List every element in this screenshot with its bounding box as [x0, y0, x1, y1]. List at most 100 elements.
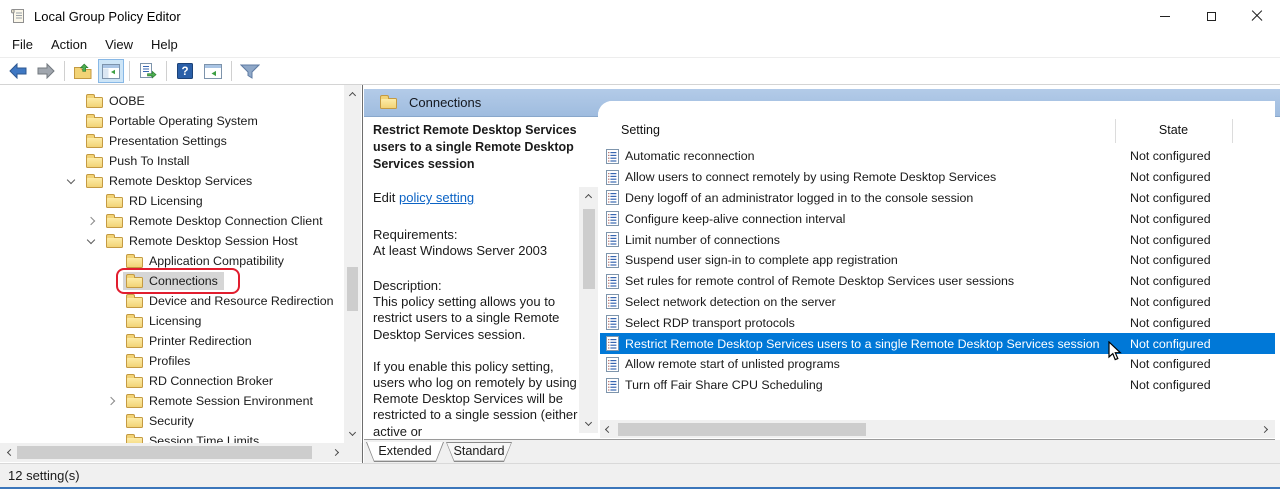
tree-item-oobe[interactable]: OOBE	[0, 91, 344, 111]
tab-extended[interactable]: Extended	[366, 442, 444, 462]
scroll-right-arrow[interactable]	[1258, 420, 1273, 438]
chevron-collapsed-icon[interactable]	[87, 217, 95, 225]
chevron-right-icon	[332, 449, 339, 456]
tree-item-body[interactable]: RD Connection Broker	[123, 372, 279, 390]
tree-item-printer-redirection[interactable]: Printer Redirection	[0, 331, 344, 351]
description-scrollbar-thumb[interactable]	[583, 209, 595, 289]
policy-setting-link[interactable]: policy setting	[399, 190, 474, 205]
setting-row-limit-number-of-connections[interactable]: Limit number of connectionsNot configure…	[598, 229, 1275, 250]
setting-row-select-network-detection-on-the-server[interactable]: Select network detection on the serverNo…	[598, 292, 1275, 313]
column-header-state[interactable]: State	[1115, 123, 1232, 137]
chevron-expanded-icon[interactable]	[67, 176, 75, 184]
tree-item-body[interactable]: Application Compatibility	[123, 252, 290, 270]
close-button[interactable]	[1234, 0, 1280, 32]
tree-item-remote-desktop-services[interactable]: Remote Desktop Services	[0, 171, 344, 191]
setting-row-configure-keep-alive-connection-interval[interactable]: Configure keep-alive connection interval…	[598, 208, 1275, 229]
tree-item-portable-operating-system[interactable]: Portable Operating System	[0, 111, 344, 131]
show-console-tree-button[interactable]	[98, 59, 124, 83]
scroll-down-arrow[interactable]	[579, 417, 598, 431]
minimize-icon	[1160, 16, 1170, 17]
menu-item-view[interactable]: View	[96, 33, 142, 56]
column-divider[interactable]	[1232, 119, 1233, 143]
tree-item-push-to-install[interactable]: Push To Install	[0, 151, 344, 171]
tree-item-body[interactable]: Remote Desktop Session Host	[103, 232, 304, 250]
menu-item-action[interactable]: Action	[42, 33, 96, 56]
setting-row-automatic-reconnection[interactable]: Automatic reconnectionNot configured	[598, 146, 1275, 167]
setting-row-select-rdp-transport-protocols[interactable]: Select RDP transport protocolsNot config…	[598, 312, 1275, 333]
tree-item-rd-licensing[interactable]: RD Licensing	[0, 191, 344, 211]
setting-row-set-rules-for-remote-control-of-remote-desktop-s[interactable]: Set rules for remote control of Remote D…	[598, 271, 1275, 292]
scroll-up-arrow[interactable]	[344, 87, 361, 101]
setting-row-suspend-user-sign-in-to-complete-app-registratio[interactable]: Suspend user sign-in to complete app reg…	[598, 250, 1275, 271]
tree-item-profiles[interactable]: Profiles	[0, 351, 344, 371]
show-properties-button[interactable]	[200, 59, 226, 83]
tree-item-remote-desktop-connection-client[interactable]: Remote Desktop Connection Client	[0, 211, 344, 231]
scroll-left-arrow[interactable]	[599, 420, 614, 438]
tree-item-body[interactable]: Connections	[123, 272, 224, 290]
tree-item-application-compatibility[interactable]: Application Compatibility	[0, 251, 344, 271]
tree-item-licensing[interactable]: Licensing	[0, 311, 344, 331]
setting-row-allow-remote-start-of-unlisted-programs[interactable]: Allow remote start of unlisted programsN…	[598, 354, 1275, 375]
tree-item-session-time-limits[interactable]: Session Time Limits	[0, 431, 344, 443]
policy-setting-icon	[606, 315, 619, 330]
tree-h-scrollbar-thumb[interactable]	[17, 446, 312, 459]
column-header-setting[interactable]: Setting	[621, 123, 660, 137]
tree-item-body[interactable]: Licensing	[123, 312, 207, 330]
forward-button[interactable]	[33, 59, 59, 83]
tree-item-remote-desktop-session-host[interactable]: Remote Desktop Session Host	[0, 231, 344, 251]
help-button[interactable]: ?	[172, 59, 198, 83]
scroll-left-arrow[interactable]	[2, 443, 16, 462]
scroll-up-arrow[interactable]	[579, 189, 598, 203]
setting-name: Suspend user sign-in to complete app reg…	[625, 253, 1130, 267]
tree-item-body[interactable]: Printer Redirection	[123, 332, 258, 350]
export-list-button[interactable]	[135, 59, 161, 83]
maximize-button[interactable]	[1188, 0, 1234, 32]
settings-list: Automatic reconnectionNot configuredAllo…	[598, 146, 1275, 396]
scroll-down-arrow[interactable]	[344, 427, 361, 441]
setting-state: Not configured	[1130, 274, 1260, 288]
chevron-expanded-icon[interactable]	[87, 236, 95, 244]
tree-item-body[interactable]: Remote Session Environment	[123, 392, 319, 410]
tree-item-remote-session-environment[interactable]: Remote Session Environment	[0, 391, 344, 411]
description-vertical-scrollbar[interactable]	[579, 187, 598, 433]
tree-item-body[interactable]: Remote Desktop Connection Client	[103, 212, 329, 230]
chevron-collapsed-icon[interactable]	[107, 397, 115, 405]
policy-setting-icon	[606, 170, 619, 185]
tree-horizontal-scrollbar[interactable]	[0, 443, 362, 462]
tree-item-body[interactable]: Profiles	[123, 352, 196, 370]
back-button[interactable]	[5, 59, 31, 83]
tree-item-security[interactable]: Security	[0, 411, 344, 431]
policy-setting-icon	[606, 274, 619, 289]
scroll-right-arrow[interactable]	[330, 443, 344, 462]
tree-item-body[interactable]: Session Time Limits	[123, 432, 265, 443]
column-divider[interactable]	[1115, 119, 1116, 143]
tree-scrollbar-thumb[interactable]	[347, 267, 358, 311]
setting-row-deny-logoff-of-an-administrator-logged-in-to-the[interactable]: Deny logoff of an administrator logged i…	[598, 188, 1275, 209]
setting-row-restrict-remote-desktop-services-users-to-a-sing[interactable]: Restrict Remote Desktop Services users t…	[598, 333, 1275, 354]
tree-item-body[interactable]: Security	[123, 412, 200, 430]
tree-item-presentation-settings[interactable]: Presentation Settings	[0, 131, 344, 151]
tree-item-body[interactable]: Presentation Settings	[83, 132, 233, 150]
tree-item-device-and-resource-redirection[interactable]: Device and Resource Redirection	[0, 291, 344, 311]
up-one-level-button[interactable]	[70, 59, 96, 83]
tree-vertical-scrollbar[interactable]	[344, 85, 361, 443]
setting-row-turn-off-fair-share-cpu-scheduling[interactable]: Turn off Fair Share CPU SchedulingNot co…	[598, 375, 1275, 396]
tree-item-connections[interactable]: Connections	[0, 271, 344, 291]
tree-item-body[interactable]: RD Licensing	[103, 192, 209, 210]
policy-setting-icon	[606, 190, 619, 205]
menu-item-help[interactable]: Help	[142, 33, 187, 56]
tree-item-body[interactable]: Device and Resource Redirection	[123, 292, 340, 310]
tree-item-body[interactable]: Remote Desktop Services	[83, 172, 258, 190]
tree-item-rd-connection-broker[interactable]: RD Connection Broker	[0, 371, 344, 391]
tree-item-body[interactable]: Push To Install	[83, 152, 195, 170]
setting-row-allow-users-to-connect-remotely-by-using-remote-[interactable]: Allow users to connect remotely by using…	[598, 167, 1275, 188]
tree-item-body[interactable]: Portable Operating System	[83, 112, 264, 130]
filter-button[interactable]	[237, 59, 263, 83]
minimize-button[interactable]	[1142, 0, 1188, 32]
tab-standard[interactable]: Standard	[446, 442, 512, 462]
list-horizontal-scrollbar[interactable]	[598, 420, 1275, 438]
list-scrollbar-thumb[interactable]	[618, 423, 866, 436]
setting-state: Not configured	[1130, 191, 1260, 205]
menu-item-file[interactable]: File	[3, 33, 42, 56]
tree-item-body[interactable]: OOBE	[83, 92, 151, 110]
